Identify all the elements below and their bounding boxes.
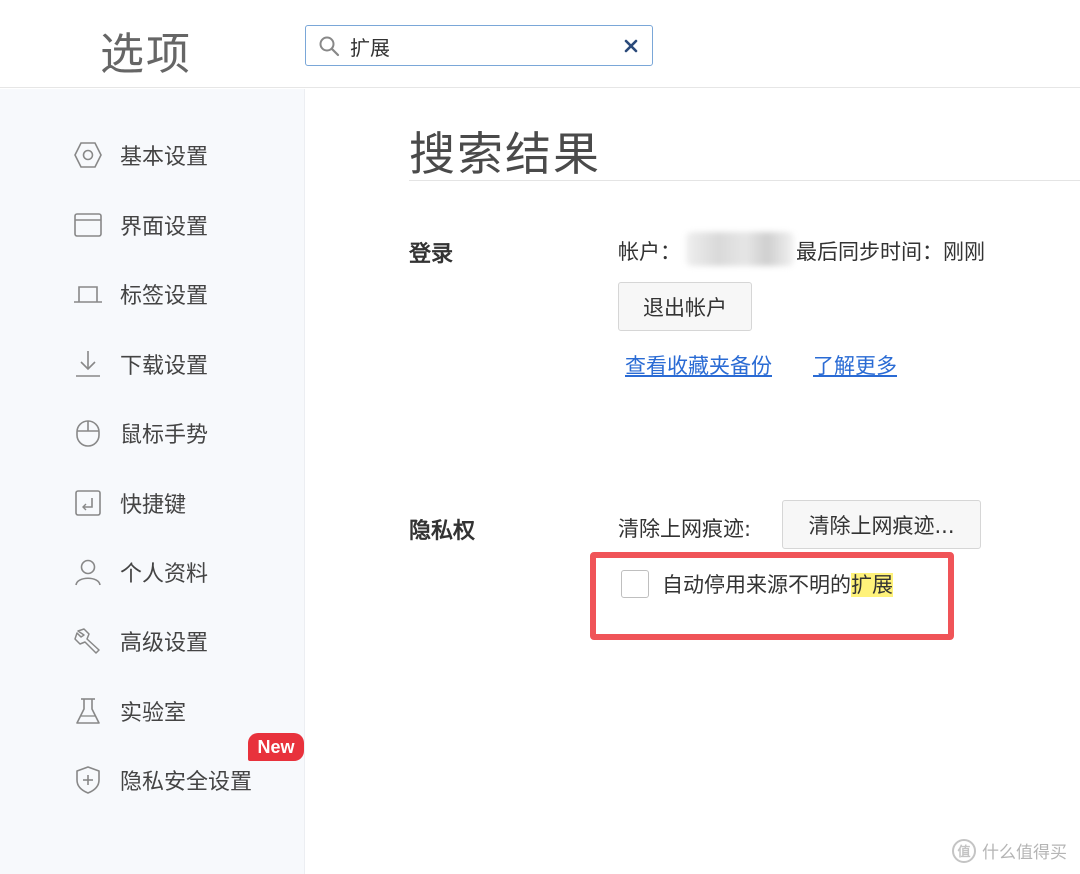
watermark-logo-icon: 值 xyxy=(952,838,976,863)
sync-status-text: 最后同步时间：刚刚 xyxy=(796,240,985,264)
sidebar-item-label: 个人资料 xyxy=(120,562,209,587)
sidebar-item-advanced-settings[interactable]: 高级设置 xyxy=(72,621,208,661)
sidebar-item-label: 基本设置 xyxy=(120,145,209,170)
watermark: 值 什么值得买 xyxy=(952,838,1067,863)
clear-search-icon[interactable] xyxy=(620,35,642,57)
sidebar-item-label: 高级设置 xyxy=(120,631,209,656)
privacy-section-heading: 隐私权 xyxy=(409,519,476,544)
user-icon xyxy=(72,556,104,588)
search-icon xyxy=(319,36,340,57)
download-icon xyxy=(72,348,104,380)
login-section-heading: 登录 xyxy=(409,242,454,267)
sidebar-item-label: 实验室 xyxy=(120,701,187,726)
clear-history-button[interactable]: 清除上网痕迹... xyxy=(782,500,981,549)
sidebar-item-profile[interactable]: 个人资料 xyxy=(72,552,208,592)
sidebar-item-lab[interactable]: 实验室 xyxy=(72,691,186,731)
tab-icon xyxy=(72,278,104,310)
sidebar-item-shortcuts[interactable]: 快捷键 xyxy=(72,483,186,523)
shortcut-key-icon xyxy=(72,487,104,519)
sidebar-item-label: 界面设置 xyxy=(120,215,209,240)
sidebar-item-tab-settings[interactable]: 标签设置 xyxy=(72,274,208,314)
mouse-icon xyxy=(72,417,104,449)
sidebar-item-label: 下载设置 xyxy=(120,354,209,379)
sidebar-item-privacy-security[interactable]: 隐私安全设置 xyxy=(72,760,252,800)
app-title: 选项 xyxy=(100,29,192,80)
checkbox-label-text: 自动停用来源不明的 xyxy=(662,573,851,597)
search-match-highlight: 扩展 xyxy=(851,573,893,597)
clear-history-label: 清除上网痕迹: xyxy=(618,517,752,541)
sidebar-item-mouse-gestures[interactable]: 鼠标手势 xyxy=(72,413,208,453)
sidebar-item-basic-settings[interactable]: 基本设置 xyxy=(72,135,208,175)
auto-disable-extensions-checkbox[interactable] xyxy=(621,570,649,598)
sidebar-item-ui-settings[interactable]: 界面设置 xyxy=(72,205,208,245)
account-name-redacted xyxy=(686,232,794,266)
sidebar-item-label: 快捷键 xyxy=(120,493,187,518)
page-title: 搜索结果 xyxy=(409,127,601,181)
search-input[interactable] xyxy=(350,32,610,60)
learn-more-link[interactable]: 了解更多 xyxy=(813,350,897,380)
account-label: 帐户： xyxy=(618,240,681,264)
wrench-icon xyxy=(72,625,104,657)
auto-disable-extensions-label[interactable]: 自动停用来源不明的扩展 xyxy=(662,569,893,599)
sidebar-item-label: 标签设置 xyxy=(120,284,209,309)
search-box[interactable] xyxy=(305,25,653,66)
title-divider xyxy=(409,180,1080,181)
window-icon xyxy=(72,209,104,241)
bookmarks-backup-link[interactable]: 查看收藏夹备份 xyxy=(625,350,772,380)
sidebar-item-download-settings[interactable]: 下载设置 xyxy=(72,344,208,384)
signout-button[interactable]: 退出帐户 xyxy=(618,282,752,331)
shield-icon xyxy=(72,764,104,796)
sidebar-item-label: 隐私安全设置 xyxy=(120,770,253,795)
flask-icon xyxy=(72,695,104,727)
new-badge: New xyxy=(248,733,304,761)
hexagon-settings-icon xyxy=(72,139,104,171)
watermark-text: 什么值得买 xyxy=(982,843,1067,863)
sidebar-item-label: 鼠标手势 xyxy=(120,423,209,448)
top-bar: 选项 xyxy=(0,0,1080,88)
